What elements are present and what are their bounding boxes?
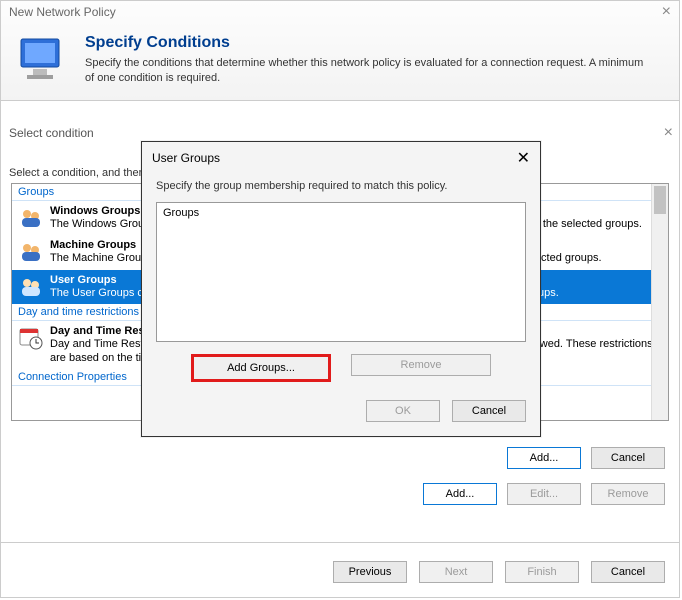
select-condition-title: Select condition: [9, 126, 94, 142]
finish-button: Finish: [505, 561, 579, 583]
select-condition-cancel-button[interactable]: Cancel: [591, 447, 665, 469]
calendar-clock-icon: [18, 325, 44, 351]
monitor-icon: [15, 33, 69, 87]
people-icon: [18, 239, 44, 265]
dialog-instruction: Specify the group membership required to…: [156, 180, 526, 192]
people-icon: [18, 274, 44, 300]
wizard-header: New Network Policy × Specify Conditions …: [1, 1, 679, 101]
wizard-window: New Network Policy × Specify Conditions …: [0, 0, 680, 598]
close-icon[interactable]: ×: [664, 126, 673, 142]
list-header: Groups: [163, 207, 199, 219]
wizard-edit-button: Edit...: [507, 483, 581, 505]
page-description: Specify the conditions that determine wh…: [85, 56, 645, 85]
add-groups-button[interactable]: Add Groups...: [191, 354, 331, 382]
cancel-button[interactable]: Cancel: [591, 561, 665, 583]
scrollbar[interactable]: [651, 184, 668, 420]
separator: [1, 542, 679, 543]
window-title: New Network Policy: [9, 5, 116, 19]
wizard-remove-button: Remove: [591, 483, 665, 505]
page-title: Specify Conditions: [85, 34, 645, 52]
previous-button[interactable]: Previous: [333, 561, 407, 583]
people-icon: [18, 205, 44, 231]
ok-button: OK: [366, 400, 440, 422]
dialog-cancel-button[interactable]: Cancel: [452, 400, 526, 422]
next-button: Next: [419, 561, 493, 583]
dialog-title: User Groups: [152, 151, 220, 165]
remove-button: Remove: [351, 354, 491, 376]
select-condition-add-button[interactable]: Add...: [507, 447, 581, 469]
wizard-add-button[interactable]: Add...: [423, 483, 497, 505]
close-icon[interactable]: ×: [662, 4, 671, 20]
groups-listbox[interactable]: Groups: [156, 202, 526, 342]
close-icon[interactable]: ✕: [517, 148, 530, 168]
user-groups-dialog: User Groups ✕ Specify the group membersh…: [141, 141, 541, 437]
